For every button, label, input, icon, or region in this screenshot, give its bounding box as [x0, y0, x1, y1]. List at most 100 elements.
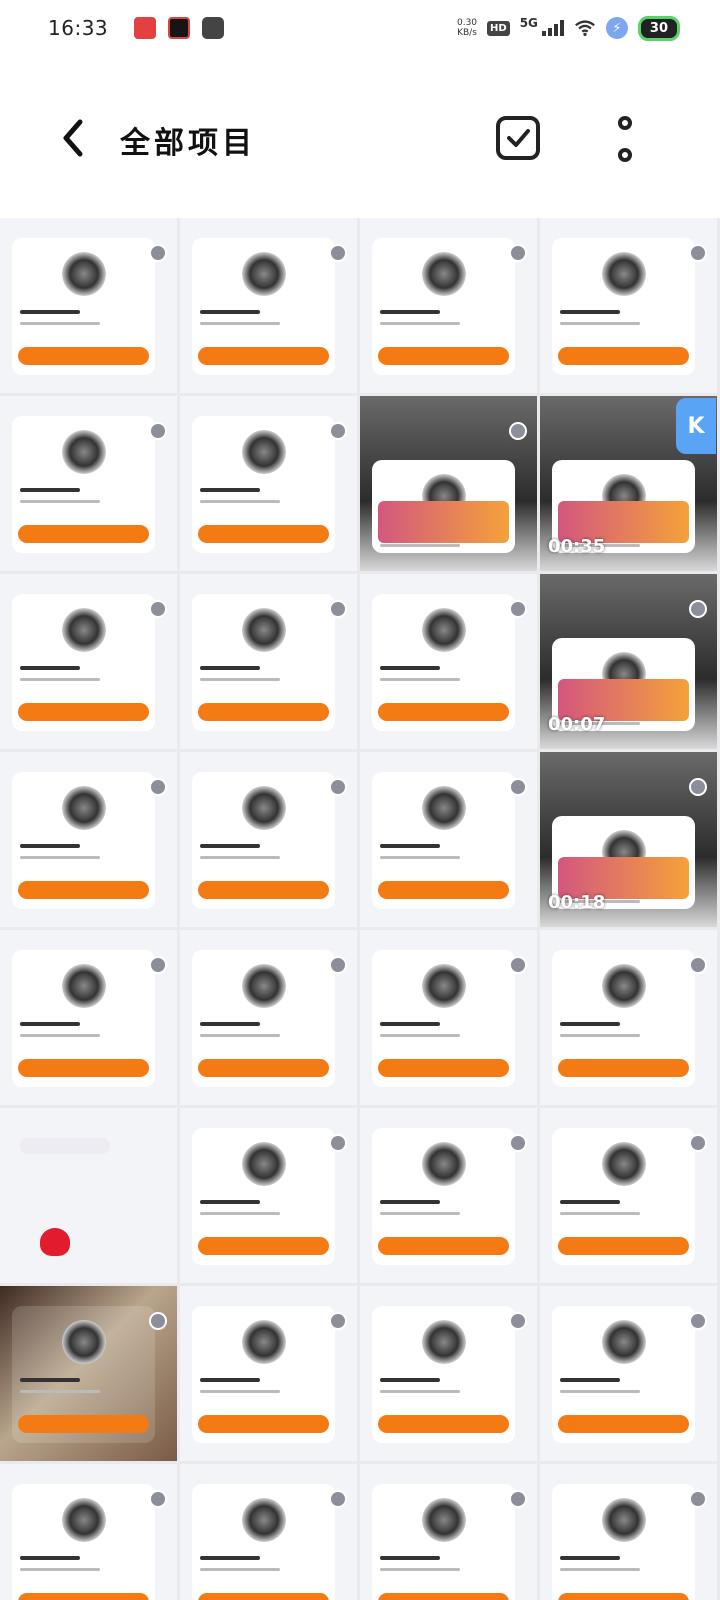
video-duration: 00:07 [548, 714, 606, 735]
media-tile[interactable] [0, 1286, 177, 1461]
media-tile[interactable] [0, 752, 177, 927]
floating-assistant-button[interactable]: K [676, 398, 716, 454]
thumbnail-line2 [200, 1390, 280, 1393]
thumbnail-line1 [20, 1022, 80, 1026]
thumbnail-line1 [200, 310, 260, 314]
thumbnail-line1 [560, 1200, 620, 1204]
thumbnail-thumb [61, 1498, 106, 1542]
thumbnail-card [552, 950, 695, 1087]
thumbnail-cta [198, 525, 329, 543]
media-tile[interactable] [540, 1286, 717, 1461]
heart-icon [40, 1228, 70, 1256]
media-tile[interactable] [360, 1464, 537, 1600]
media-tile[interactable] [360, 930, 537, 1105]
avatar [329, 600, 347, 618]
avatar [329, 778, 347, 796]
media-tile[interactable] [180, 574, 357, 749]
status-right: 0.30 KB/s HD 5G ⚡ 30 [457, 15, 680, 41]
avatar [509, 778, 527, 796]
media-tile[interactable] [540, 1108, 717, 1283]
storage-notification-icon [202, 17, 225, 39]
thumbnail-cta [18, 1059, 149, 1077]
thumbnail-card [552, 1484, 695, 1600]
media-tile[interactable] [540, 1464, 717, 1600]
media-tile[interactable] [360, 574, 537, 749]
thumbnail-line2 [200, 1568, 280, 1571]
thumbnail-line2 [20, 678, 100, 681]
media-tile[interactable] [0, 1108, 177, 1283]
thumbnail-cta [198, 1593, 329, 1600]
media-tile[interactable] [180, 1108, 357, 1283]
thumbnail-thumb [421, 964, 466, 1008]
more-button[interactable] [612, 116, 638, 162]
avatar [149, 422, 167, 440]
thumbnail-cta [378, 1059, 509, 1077]
media-tile[interactable]: 00:07 [540, 574, 717, 749]
thumbnail-thumb [241, 430, 286, 474]
thumbnail-card [552, 1128, 695, 1265]
media-tile[interactable] [360, 1286, 537, 1461]
media-tile[interactable] [540, 930, 717, 1105]
avatar [329, 244, 347, 262]
thumbnail-card [12, 1306, 155, 1443]
media-tile[interactable] [0, 574, 177, 749]
media-tile[interactable] [360, 396, 537, 571]
back-button[interactable] [54, 116, 94, 160]
media-tile[interactable] [0, 396, 177, 571]
thumbnail-line2 [380, 1212, 460, 1215]
thumbnail-cta [18, 703, 149, 721]
thumbnail-cta [558, 1237, 689, 1255]
thumbnail-card [12, 772, 155, 909]
thumbnail-cta [18, 347, 149, 365]
avatar [149, 956, 167, 974]
thumbnail-cta [558, 1415, 689, 1433]
thumbnail-card [12, 950, 155, 1087]
thumbnail-cta [198, 1415, 329, 1433]
thumbnail-line1 [380, 310, 440, 314]
thumbnail-thumb [421, 1498, 466, 1542]
thumbnail-cta [378, 1415, 509, 1433]
page-title: 全部项目 [120, 126, 256, 161]
media-tile[interactable] [360, 218, 537, 393]
thumbnail-line2 [380, 1034, 460, 1037]
media-tile[interactable] [180, 1286, 357, 1461]
media-tile[interactable] [360, 1108, 537, 1283]
select-button[interactable] [496, 116, 540, 160]
thumbnail-line1 [380, 1556, 440, 1560]
media-tile[interactable] [180, 396, 357, 571]
thumbnail-card [372, 950, 515, 1087]
more-vertical-icon [618, 116, 632, 130]
media-tile[interactable] [540, 218, 717, 393]
thumbnail-thumb [61, 430, 106, 474]
thumbnail-card [192, 416, 335, 553]
thumbnail-cta [18, 1593, 149, 1600]
avatar [149, 1312, 167, 1330]
media-tile[interactable] [0, 1464, 177, 1600]
avatar [329, 1490, 347, 1508]
thumbnail-thumb [421, 1142, 466, 1186]
media-tile[interactable] [360, 752, 537, 927]
thumbnail-cta [198, 881, 329, 899]
battery-indicator: 30 [637, 15, 680, 41]
thumbnail-cta [198, 347, 329, 365]
thumbnail-card [372, 238, 515, 375]
media-tile[interactable] [0, 218, 177, 393]
thumbnail-thumb [241, 608, 286, 652]
media-tile[interactable] [180, 752, 357, 927]
thumbnail-line2 [200, 1212, 280, 1215]
thumbnail-cta [378, 347, 509, 365]
media-tile[interactable] [180, 218, 357, 393]
thumbnail-thumb [421, 1320, 466, 1364]
avatar [509, 1490, 527, 1508]
media-tile[interactable] [0, 930, 177, 1105]
media-tile[interactable] [180, 930, 357, 1105]
thumbnail-cta [378, 881, 509, 899]
thumbnail-line2 [380, 544, 460, 547]
thumbnail-cta [378, 703, 509, 721]
thumbnail-card [192, 1484, 335, 1600]
thumbnail-thumb [601, 964, 646, 1008]
media-tile[interactable] [180, 1464, 357, 1600]
media-tile[interactable]: 00:18 [540, 752, 717, 927]
charging-bolt-icon: ⚡ [605, 17, 628, 39]
thumbnail-cta [18, 525, 149, 543]
